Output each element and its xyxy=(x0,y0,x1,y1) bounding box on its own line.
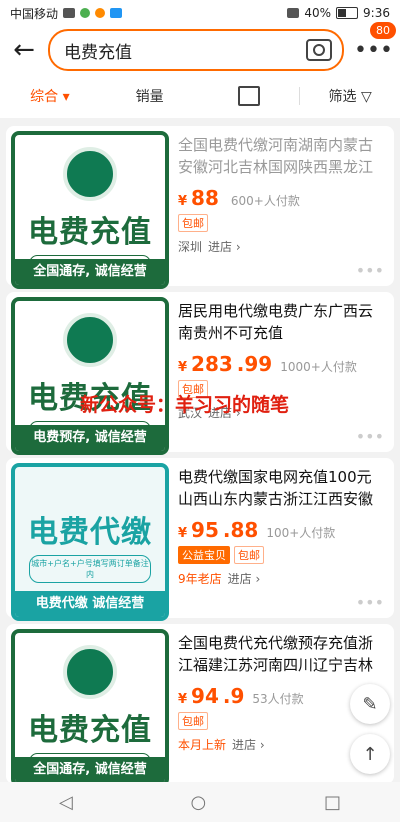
product-image[interactable]: 电费代缴 城市+户名+户号填写两订单备注内 电费代缴 诚信经营 xyxy=(11,463,169,621)
clock: 9:36 xyxy=(363,6,390,20)
tag: 包邮 xyxy=(234,546,264,564)
watermark-text: 新公众号：羊习习的随笔 xyxy=(80,394,290,416)
location: 深圳 xyxy=(178,240,203,254)
back-arrow-icon[interactable]: ← xyxy=(10,35,38,65)
layout-toggle[interactable] xyxy=(200,86,300,106)
price: 94 xyxy=(191,684,219,708)
tab-sales[interactable]: 销量 xyxy=(100,86,200,106)
app-icon xyxy=(80,8,91,18)
list-item[interactable]: 电费代缴 城市+户名+户号填写两订单备注内 电费代缴 诚信经营 电费代缴国家电网… xyxy=(6,458,394,621)
new-badge: 本月上新 xyxy=(178,738,227,752)
sold-count: 53人付款 xyxy=(252,692,304,706)
product-title[interactable]: 电费代缴国家电网充值100元山西山东内蒙古浙江江西安徽新疆 xyxy=(178,466,384,510)
more-button[interactable]: ••• 80 xyxy=(354,21,396,63)
notification-badge: 80 xyxy=(370,21,396,39)
shop-link[interactable]: 进店 › xyxy=(228,570,261,587)
list-item[interactable]: 电费充值 提供户号+省份 全国通存, 诚信经营 全国电费代充代缴预存充值浙江福建… xyxy=(6,624,394,787)
tab-comprehensive[interactable]: 综合 ▾ xyxy=(0,86,100,106)
list-item[interactable]: 电费充值 省份+城市+户名+户号 全国通存, 诚信经营 全国电费代缴河南湖南内蒙… xyxy=(6,126,394,289)
shop-link[interactable]: 进店 › xyxy=(208,238,241,255)
state-grid-logo-icon xyxy=(63,645,117,699)
nav-back-icon[interactable]: ◁ xyxy=(59,792,73,813)
sold-count: 600+人付款 xyxy=(230,194,300,208)
app-icon xyxy=(95,8,106,18)
nav-home-icon[interactable]: ○ xyxy=(191,792,207,813)
tag: 包邮 xyxy=(178,712,208,730)
status-bar: 中国移动 40% 9:36 xyxy=(0,0,400,26)
product-image[interactable]: 电费充值 提供户号+省份 全国通存, 诚信经营 xyxy=(11,629,169,787)
arrow-up-icon: ↑ xyxy=(362,743,378,765)
product-title[interactable]: 居民用电代缴电费广东广西云南贵州不可充值 xyxy=(178,300,384,344)
product-image[interactable]: 电费充值 省份+城市+户名+户号 全国通存, 诚信经营 xyxy=(11,131,169,289)
edit-icon: ✎ xyxy=(362,693,378,715)
product-image[interactable]: 电费充值 省份+城市+户名+户号 电费预存, 诚信经营 xyxy=(11,297,169,455)
state-grid-logo-icon xyxy=(63,313,117,367)
shop-link[interactable]: 进店 › xyxy=(232,736,265,753)
filter-button[interactable]: 筛选 ▽ xyxy=(300,86,400,106)
carrier-label: 中国移动 xyxy=(10,6,59,21)
tag: 公益宝贝 xyxy=(178,546,230,564)
search-input[interactable]: 电费充值 xyxy=(48,29,344,71)
camera-icon[interactable] xyxy=(306,39,332,61)
back-to-top-button[interactable]: ↑ xyxy=(350,734,390,774)
sold-count: 100+人付款 xyxy=(266,526,336,540)
product-title[interactable]: 全国电费代充代缴预存充值浙江福建江苏河南四川辽宁吉林黑龙 xyxy=(178,632,384,676)
more-icon[interactable]: ••• xyxy=(356,593,384,612)
list-icon xyxy=(238,86,261,106)
eye-icon xyxy=(287,8,300,18)
state-grid-logo-icon xyxy=(63,147,117,201)
signal-icon xyxy=(63,8,76,18)
search-query: 电费充值 xyxy=(64,42,132,63)
price: 88 xyxy=(191,186,219,210)
system-nav-bar: ◁ ○ □ xyxy=(0,782,400,822)
product-title[interactable]: 全国电费代缴河南湖南内蒙古安徽河北吉林国网陕西黑龙江 xyxy=(178,134,384,178)
search-bar: ← 电费充值 ••• 80 xyxy=(0,21,400,74)
price: 283 xyxy=(191,352,233,376)
tag: 包邮 xyxy=(178,214,208,232)
price: 95 xyxy=(191,518,219,542)
more-icon[interactable]: ••• xyxy=(356,261,384,280)
app-icon xyxy=(110,8,123,18)
battery-icon xyxy=(336,7,359,19)
feedback-button[interactable]: ✎ xyxy=(350,684,390,724)
product-list: 电费充值 省份+城市+户名+户号 全国通存, 诚信经营 全国电费代缴河南湖南内蒙… xyxy=(0,118,400,787)
shop-age: 9年老店 xyxy=(178,572,222,586)
sort-bar: 综合 ▾ 销量 筛选 ▽ xyxy=(0,74,400,118)
list-item[interactable]: 电费充值 省份+城市+户名+户号 电费预存, 诚信经营 居民用电代缴电费广东广西… xyxy=(6,292,394,455)
battery-percent: 40% xyxy=(304,6,332,20)
nav-recents-icon[interactable]: □ xyxy=(324,792,341,813)
sold-count: 1000+人付款 xyxy=(280,360,357,374)
more-icon[interactable]: ••• xyxy=(356,427,384,446)
